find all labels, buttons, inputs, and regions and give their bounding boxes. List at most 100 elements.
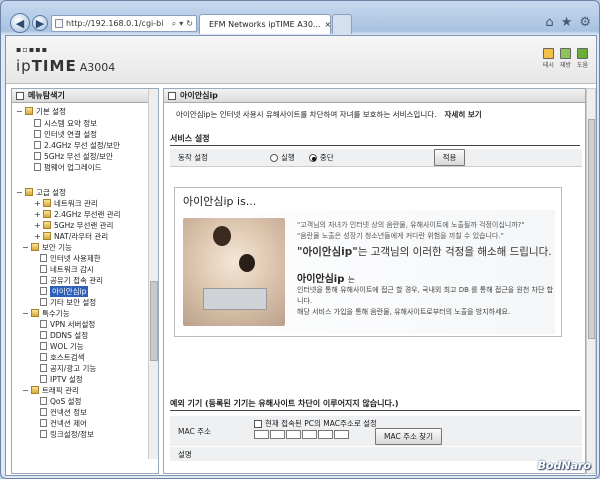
mac-octet-2[interactable]: [270, 430, 285, 439]
promo-quote: "고객님의 자녀가 인터넷 상의 음란물, 유해사이트에 노출될까 걱정이십니까…: [297, 221, 525, 240]
page-icon: [40, 287, 47, 295]
page-icon: [40, 408, 47, 416]
tree-item[interactable]: 컨넥션 제어: [40, 418, 87, 428]
service-section-title: 서비스 설정: [170, 134, 210, 143]
expand-icon[interactable]: +: [34, 232, 41, 241]
browser-window: ◀ ▶ http://192.168.0.1/cgi-bi ⌕ ▾ ↻ EFM Ne…: [0, 0, 600, 479]
new-tab-button[interactable]: [332, 14, 352, 34]
promo-brand: 아이안심ip 는: [297, 274, 355, 285]
description-label: 설명: [178, 450, 192, 459]
tree-item[interactable]: 링크설정/정보: [40, 429, 94, 439]
tree-item[interactable]: 인터넷 연결 설정: [34, 129, 97, 139]
tab-title: EFM Networks ipTIME A30...: [209, 20, 321, 29]
expand-icon[interactable]: +: [34, 199, 41, 208]
radio-run[interactable]: 실행: [270, 152, 295, 163]
refresh-icon[interactable]: ↻: [186, 19, 193, 29]
gear-icon[interactable]: ⚙: [579, 15, 591, 30]
forward-icon[interactable]: ▶: [32, 15, 48, 31]
mac-octet-4[interactable]: [302, 430, 317, 439]
tree-item[interactable]: 2.4GHz 무선 설정/보안: [34, 140, 120, 150]
detail-link[interactable]: 자세히 보기: [445, 110, 482, 119]
expand-icon[interactable]: +: [34, 210, 41, 219]
back-icon[interactable]: ◀: [10, 13, 30, 33]
collapse-icon[interactable]: −: [22, 386, 29, 395]
page-icon: [40, 364, 47, 372]
url-text: http://192.168.0.1/cgi-bi: [66, 19, 164, 28]
logout-icon: [542, 48, 554, 59]
mac-octet-6[interactable]: [334, 430, 349, 439]
page-icon: [34, 141, 41, 149]
folder-icon: [31, 386, 39, 394]
tree-group[interactable]: − 보안 기능: [22, 242, 72, 252]
help-button[interactable]: 도움: [577, 48, 588, 69]
tree-item[interactable]: IPTV 설정: [40, 374, 83, 384]
collapse-icon[interactable]: −: [22, 309, 29, 318]
tree-item[interactable]: + NAT/라우터 관리: [34, 231, 108, 241]
mac-find-button[interactable]: MAC 주소 찾기: [375, 428, 443, 445]
page-icon: [34, 163, 41, 171]
star-icon[interactable]: ★: [561, 15, 573, 30]
logo: ipTIME A3004: [16, 57, 116, 75]
page-icon: [40, 265, 47, 273]
collapse-icon[interactable]: −: [22, 243, 29, 252]
page-icon: [40, 320, 47, 328]
browser-tab[interactable]: EFM Networks ipTIME A30... ×: [199, 14, 331, 34]
collapse-icon[interactable]: −: [16, 188, 23, 197]
page-icon: [40, 276, 47, 284]
tree-item[interactable]: +5GHz 무선랜 관리: [34, 220, 113, 230]
tree-item[interactable]: 펌웨어 업그레이드: [34, 162, 102, 172]
home-icon[interactable]: ⌂: [545, 15, 553, 30]
menu-explorer: 메뉴탐색기 − 기본 설정시스템 요약 정보 인터넷 연결 설정 2.4GHz 무선 …: [11, 88, 159, 474]
menu-explorer-title: 메뉴탐색기: [12, 89, 158, 103]
tree-item[interactable]: 인터넷 사용제한: [40, 253, 101, 263]
mac-octet-3[interactable]: [286, 430, 301, 439]
radio-stop-circle[interactable]: [308, 153, 317, 162]
tree-item[interactable]: 5GHz 무선 설정/보안: [34, 151, 113, 161]
tree-item[interactable]: VPN 서버설정: [40, 319, 95, 329]
tree-item[interactable]: 공지/광고 기능: [40, 363, 96, 373]
tree-item[interactable]: 기타 보안 설정: [40, 297, 96, 307]
folder-icon: [25, 107, 33, 115]
tree-group[interactable]: − 트래픽 관리: [22, 385, 79, 395]
tree-item[interactable]: 컨넥션 정보: [40, 407, 87, 417]
tree-item[interactable]: +2.4GHz 무선랜 관리: [34, 209, 121, 219]
search-icon[interactable]: ⌕: [172, 19, 176, 29]
apply-button[interactable]: 적용: [433, 149, 466, 166]
tree-item[interactable]: 공유기 접속 관리: [40, 275, 103, 285]
radio-run-circle[interactable]: [270, 153, 278, 162]
collapse-icon[interactable]: −: [16, 107, 23, 116]
page-icon: [34, 152, 41, 160]
main-scrollbar[interactable]: [586, 88, 596, 474]
tree-item[interactable]: QoS 설정: [40, 396, 81, 406]
tree-item[interactable]: 호스트검색: [40, 352, 85, 362]
address-bar[interactable]: http://192.168.0.1/cgi-bi ⌕ ▾ ↻: [51, 15, 197, 32]
tree-item[interactable]: DDNS 설정: [40, 330, 88, 340]
page-icon: [40, 298, 47, 306]
tree-item[interactable]: 아이안심ip: [40, 285, 89, 297]
help-icon: [576, 48, 588, 59]
folder-icon: [31, 309, 39, 317]
folder-icon: [31, 243, 39, 251]
mac-octet-1[interactable]: [254, 430, 269, 439]
expand-icon[interactable]: +: [34, 221, 41, 230]
mac-checkbox-row[interactable]: 현재 접속된 PC의 MAC주소로 설정: [254, 418, 377, 429]
radio-stop[interactable]: 중단: [308, 152, 334, 163]
promo-headline: "아이안심ip"는 고객님의 이러한 걱정을 해소해 드립니다.: [297, 246, 552, 258]
mac-checkbox[interactable]: [254, 419, 262, 428]
tree-item[interactable]: WOL 기능: [40, 341, 84, 351]
tree-group[interactable]: − 기본 설정: [16, 106, 66, 116]
logo-dots: ▪▫▪▪▪: [16, 45, 49, 54]
tree-item[interactable]: 시스템 요약 정보: [34, 118, 97, 128]
mac-octet-5[interactable]: [318, 430, 333, 439]
tree-item[interactable]: + 네트워크 관리: [34, 198, 98, 208]
page-icon: [55, 19, 63, 28]
close-icon[interactable]: ×: [325, 20, 332, 29]
dropdown-icon[interactable]: ▾: [179, 19, 183, 29]
tree-item[interactable]: 네트워크 감시: [40, 264, 94, 274]
tree-group[interactable]: − 고급 설정: [16, 187, 66, 197]
logout-button[interactable]: 테시: [543, 48, 554, 69]
restart-button[interactable]: 재방: [560, 48, 571, 69]
operation-row: 동작 설정 실행 중단 적용: [170, 149, 582, 167]
menu-scrollbar[interactable]: [148, 89, 158, 459]
tree-group[interactable]: − 특수기능: [22, 308, 70, 318]
